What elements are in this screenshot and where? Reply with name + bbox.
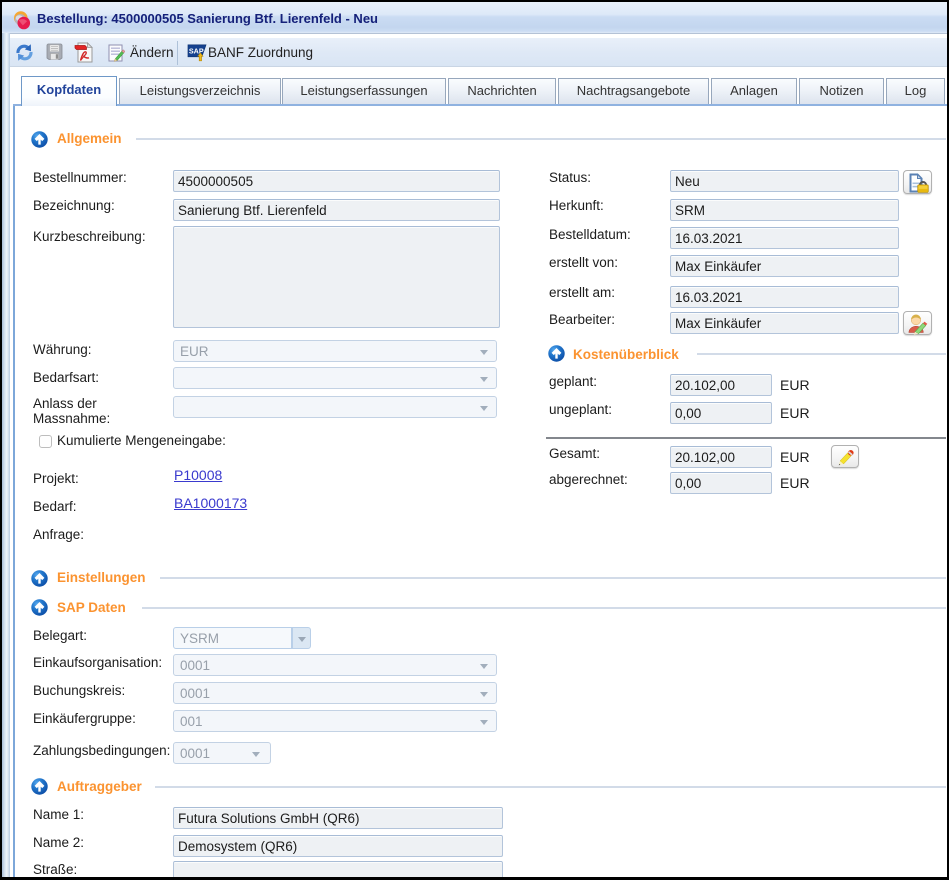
svg-text:SAP: SAP <box>189 46 204 55</box>
